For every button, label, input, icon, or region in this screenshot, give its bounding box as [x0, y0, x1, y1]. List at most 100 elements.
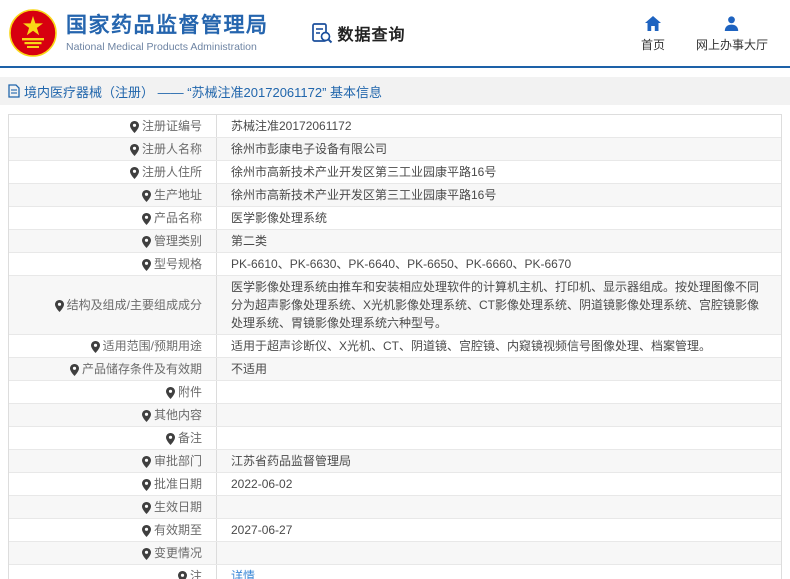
row-label: 生效日期 — [153, 500, 202, 514]
row-label: 有效期至 — [153, 523, 202, 537]
data-query-nav[interactable]: 数据查询 — [311, 21, 406, 45]
row-value: 第二类 — [231, 234, 268, 248]
table-row: 批准日期 2022-06-02 — [9, 472, 781, 495]
header-right-nav: 首页 网上办事大厅 — [636, 0, 768, 53]
row-label-cell: 产品储存条件及有效期 — [9, 358, 217, 380]
pin-icon — [141, 456, 151, 468]
table-row: 型号规格 PK-6610、PK-6630、PK-6640、PK-6650、PK-… — [9, 252, 781, 275]
row-label-cell: 产品名称 — [9, 207, 217, 229]
row-value: PK-6610、PK-6630、PK-6640、PK-6650、PK-6660、… — [231, 257, 572, 271]
row-value — [217, 496, 781, 518]
header-gap — [0, 68, 790, 77]
table-row: 注册人住所 徐州市高新技术产业开发区第三工业园康平路16号 — [9, 160, 781, 183]
data-query-label: 数据查询 — [337, 27, 406, 44]
row-value — [217, 381, 781, 403]
row-label: 注 — [189, 569, 202, 579]
pin-icon — [129, 167, 139, 179]
row-label-cell: 注册人住所 — [9, 161, 217, 183]
row-label-cell: 其他内容 — [9, 404, 217, 426]
table-row: 适用范围/预期用途 适用于超声诊断仪、X光机、CT、阴道镜、宫腔镜、内窥镜视频信… — [9, 334, 781, 357]
row-label-cell: 结构及组成/主要组成成分 — [9, 276, 217, 334]
pin-icon — [69, 364, 79, 376]
agency-name-en: National Medical Products Administration — [66, 41, 257, 53]
row-value: 徐州市彭康电子设备有限公司 — [231, 142, 388, 156]
user-icon — [725, 16, 739, 31]
pin-icon — [165, 433, 175, 445]
row-label: 备注 — [177, 431, 202, 445]
pin-icon — [90, 341, 100, 353]
row-value: 苏械注准20172061172 — [231, 119, 352, 133]
row-label: 审批部门 — [153, 454, 202, 468]
pin-icon — [141, 236, 151, 248]
row-value: 徐州市高新技术产业开发区第三工业园康平路16号 — [231, 165, 497, 179]
row-value: 医学影像处理系统由推车和安装相应处理软件的计算机主机、打印机、显示器组成。按处理… — [231, 280, 760, 330]
nav-service-hall-label: 网上办事大厅 — [695, 38, 768, 52]
pin-icon — [141, 410, 151, 422]
pin-icon — [141, 190, 151, 202]
row-label-cell: 生产地址 — [9, 184, 217, 206]
table-row: 管理类别 第二类 — [9, 229, 781, 252]
national-emblem-logo — [9, 9, 57, 57]
table-row: 附件 — [9, 380, 781, 403]
row-label: 变更情况 — [153, 546, 202, 560]
pin-icon — [129, 144, 139, 156]
row-value: 2027-06-27 — [231, 523, 293, 537]
pin-icon — [141, 548, 151, 560]
row-label-cell: 有效期至 — [9, 519, 217, 541]
pin-icon — [141, 525, 151, 537]
row-label: 生产地址 — [153, 188, 202, 202]
pin-icon — [129, 121, 139, 133]
agency-title-block: 国家药品监督管理局 National Medical Products Admi… — [66, 13, 269, 53]
row-label: 适用范围/预期用途 — [102, 339, 202, 353]
row-label-cell: 附件 — [9, 381, 217, 403]
table-row: 其他内容 — [9, 403, 781, 426]
row-label: 结构及组成/主要组成成分 — [66, 298, 202, 312]
nav-home-label: 首页 — [640, 38, 665, 52]
home-icon — [644, 16, 661, 31]
table-row: 备注 — [9, 426, 781, 449]
row-label: 注册人住所 — [141, 165, 202, 179]
document-icon — [8, 84, 20, 98]
row-value: 不适用 — [231, 362, 268, 376]
row-label: 注册证编号 — [141, 119, 202, 133]
pin-icon — [177, 571, 187, 579]
table-row: 变更情况 — [9, 541, 781, 564]
row-label-cell: 注 — [9, 565, 217, 579]
detail-link[interactable]: 详情 — [231, 567, 255, 579]
table-row: 生产地址 徐州市高新技术产业开发区第三工业园康平路16号 — [9, 183, 781, 206]
table-row: 产品储存条件及有效期 不适用 — [9, 357, 781, 380]
row-label: 型号规格 — [153, 257, 202, 271]
table-row: 结构及组成/主要组成成分 医学影像处理系统由推车和安装相应处理软件的计算机主机、… — [9, 275, 781, 334]
nav-item-home[interactable]: 首页 — [636, 16, 670, 53]
row-label-cell: 生效日期 — [9, 496, 217, 518]
row-label-cell: 批准日期 — [9, 473, 217, 495]
pin-icon — [141, 259, 151, 271]
info-table: 注册证编号 苏械注准20172061172 注册人名称 徐州市彭康电子设备有限公… — [8, 114, 782, 579]
row-label: 其他内容 — [153, 408, 202, 422]
table-row: 产品名称 医学影像处理系统 — [9, 206, 781, 229]
pin-icon — [141, 502, 151, 514]
row-value: 江苏省药品监督管理局 — [231, 454, 352, 468]
row-label-cell: 注册人名称 — [9, 138, 217, 160]
agency-name-cn: 国家药品监督管理局 — [66, 14, 269, 37]
row-label: 注册人名称 — [141, 142, 202, 156]
pin-icon — [141, 479, 151, 491]
pin-icon — [141, 213, 151, 225]
row-value: 徐州市高新技术产业开发区第三工业园康平路16号 — [231, 188, 497, 202]
row-label-cell: 审批部门 — [9, 450, 217, 472]
row-label-cell: 备注 — [9, 427, 217, 449]
row-label: 附件 — [177, 385, 202, 399]
row-label-cell: 变更情况 — [9, 542, 217, 564]
row-value — [217, 542, 781, 564]
row-label-cell: 型号规格 — [9, 253, 217, 275]
nav-item-service-hall[interactable]: 网上办事大厅 — [696, 16, 768, 53]
row-label-cell: 注册证编号 — [9, 115, 217, 137]
row-label: 管理类别 — [153, 234, 202, 248]
row-label: 批准日期 — [153, 477, 202, 491]
row-value: 详情 — [217, 565, 781, 579]
row-value — [217, 427, 781, 449]
table-row: 生效日期 — [9, 495, 781, 518]
breadcrumb-text: 境内医疗器械（注册） —— “苏械注准20172061172” 基本信息 — [24, 84, 383, 100]
row-label: 产品储存条件及有效期 — [81, 362, 202, 376]
row-label: 产品名称 — [153, 211, 202, 225]
